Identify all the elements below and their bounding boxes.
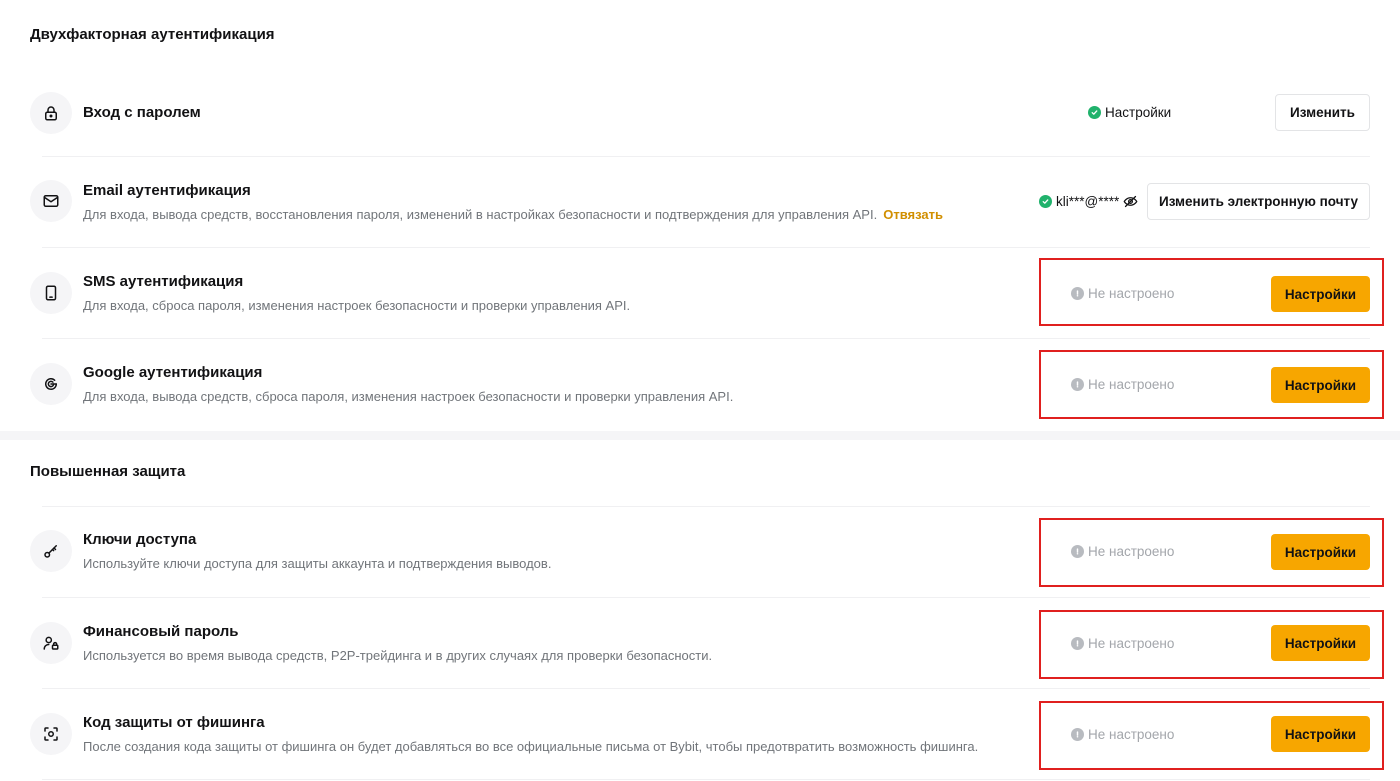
status-text: Не настроено [1088, 544, 1175, 559]
row-title: Email аутентификация [83, 182, 251, 199]
info-icon [1071, 637, 1084, 650]
status-text: Не настроено [1088, 377, 1175, 392]
row-description: После создания кода защиты от фишинга он… [83, 739, 979, 754]
check-icon [1039, 195, 1052, 208]
row-description: Для входа, вывода средств, сброса пароля… [83, 389, 734, 404]
section-title-advanced: Повышенная защита [30, 463, 186, 480]
scan-icon [30, 713, 72, 755]
row-description: Используется во время вывода средств, P2… [83, 648, 713, 663]
divider [42, 779, 1370, 780]
row-description-text: Для входа, вывода средств, восстановлени… [83, 207, 878, 222]
divider [42, 597, 1370, 598]
unbind-link[interactable]: Отвязать [883, 207, 943, 222]
row-description: Для входа, сброса пароля, изменения наст… [83, 298, 631, 313]
change-email-button[interactable]: Изменить электронную почту [1147, 183, 1370, 220]
divider [42, 506, 1370, 507]
divider [42, 688, 1370, 689]
status-text: Не настроено [1088, 727, 1175, 742]
status-badge: Не настроено [1071, 727, 1174, 742]
info-icon [1071, 728, 1084, 741]
status-text: Настройки [1105, 105, 1172, 120]
row-description: Используйте ключи доступа для защиты акк… [83, 556, 552, 571]
eye-off-icon[interactable] [1123, 194, 1138, 209]
row-title: Вход с паролем [83, 104, 201, 121]
passkeys-setup-button[interactable]: Настройки [1271, 534, 1370, 570]
row-title: Google аутентификация [83, 364, 263, 381]
status-badge: Не настроено [1071, 544, 1174, 559]
google-setup-button[interactable]: Настройки [1271, 367, 1370, 403]
google-auth-icon [30, 363, 72, 405]
info-icon [1071, 545, 1084, 558]
status-badge: Не настроено [1071, 636, 1174, 651]
mail-icon [30, 180, 72, 222]
divider [42, 156, 1370, 157]
lock-icon [30, 92, 72, 134]
status-badge: Не настроено [1071, 286, 1174, 301]
section-separator [0, 431, 1400, 440]
fund-password-setup-button[interactable]: Настройки [1271, 625, 1370, 661]
change-password-button[interactable]: Изменить [1275, 94, 1370, 131]
sms-setup-button[interactable]: Настройки [1271, 276, 1370, 312]
section-title-two-factor: Двухфакторная аутентификация [30, 26, 275, 43]
status-text: Не настроено [1088, 286, 1175, 301]
divider [42, 247, 1370, 248]
status-badge: kli***@**** [1039, 194, 1138, 209]
status-badge: Не настроено [1071, 377, 1174, 392]
status-text: Не настроено [1088, 636, 1175, 651]
key-icon [30, 530, 72, 572]
info-icon [1071, 287, 1084, 300]
row-title: Код защиты от фишинга [83, 714, 265, 731]
status-badge: Настройки [1088, 105, 1171, 120]
user-lock-icon [30, 622, 72, 664]
info-icon [1071, 378, 1084, 391]
anti-phishing-setup-button[interactable]: Настройки [1271, 716, 1370, 752]
row-description: Для входа, вывода средств, восстановлени… [83, 207, 943, 222]
masked-email: kli***@**** [1056, 194, 1120, 209]
row-title: Ключи доступа [83, 531, 197, 548]
row-title: Финансовый пароль [83, 623, 239, 640]
check-icon [1088, 106, 1101, 119]
row-title: SMS аутентификация [83, 273, 244, 290]
phone-icon [30, 272, 72, 314]
divider [42, 338, 1370, 339]
